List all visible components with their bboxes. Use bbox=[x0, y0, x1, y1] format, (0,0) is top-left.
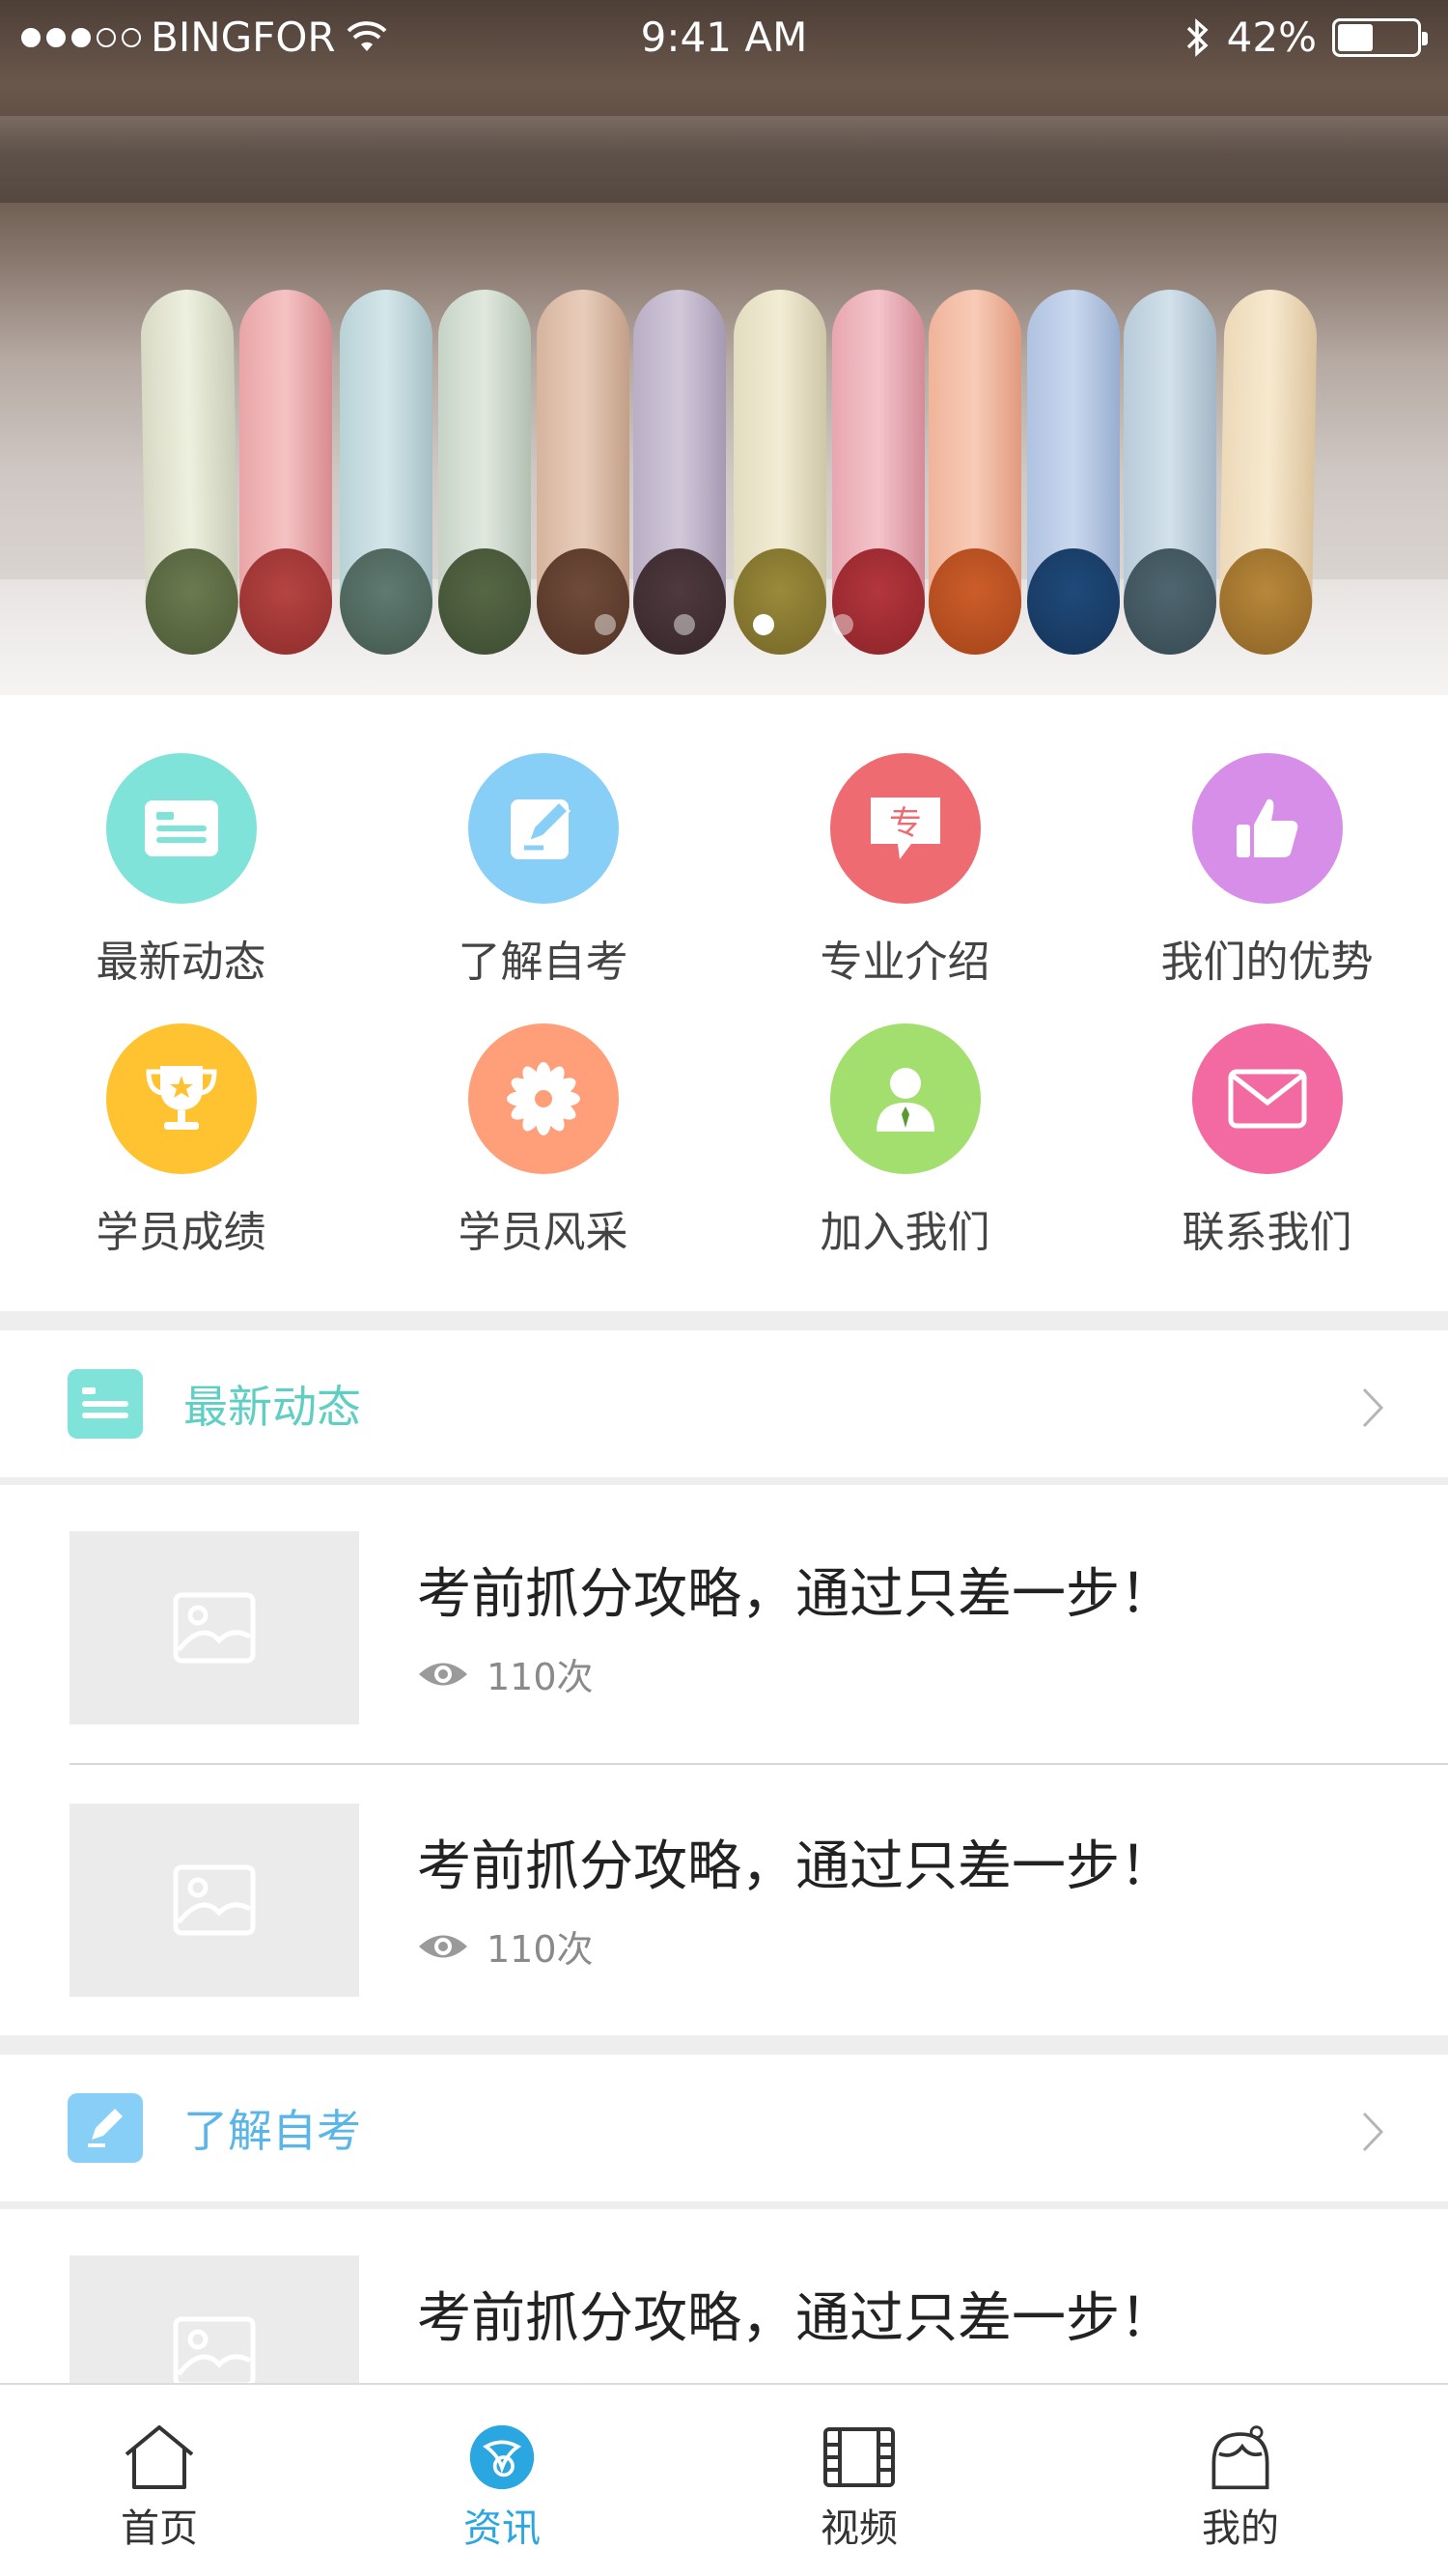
category-grid: 最新动态 了解自考 专 专业介绍 我们的优势 学员成绩 学员风采 加入我们 联系… bbox=[0, 734, 1448, 1294]
section-title: 了解自考 bbox=[183, 2105, 361, 2157]
section-divider bbox=[0, 2035, 1448, 2055]
status-right: 42% bbox=[1184, 14, 1428, 61]
banner-pager bbox=[0, 614, 1448, 635]
menu-label: 联系我们 bbox=[1182, 1208, 1352, 1257]
tab-label: 资讯 bbox=[463, 2506, 541, 2551]
section-header-latest-news[interactable]: 最新动态 bbox=[0, 1330, 1448, 1485]
menu-item-contact-us[interactable]: 联系我们 bbox=[1086, 1004, 1448, 1274]
menu-item-major-intro[interactable]: 专 专业介绍 bbox=[724, 734, 1086, 1004]
article-views: 110次 bbox=[417, 1919, 594, 1973]
banner-ledge bbox=[0, 116, 1448, 203]
pager-dot-active[interactable] bbox=[753, 614, 774, 635]
pager-dot[interactable] bbox=[832, 614, 853, 635]
person-icon bbox=[829, 1023, 981, 1174]
eye-icon bbox=[419, 1935, 467, 1957]
article-title: 考前抓分攻略，通过只差一步！ bbox=[417, 1563, 1174, 1626]
bottom-tab-bar: 首页 资讯 视频 我的 bbox=[0, 2383, 1448, 2576]
article-row[interactable]: 考前抓分攻略，通过只差一步！ 110次 bbox=[0, 1765, 1448, 2037]
image-placeholder-icon bbox=[173, 1864, 256, 1936]
bluetooth-icon bbox=[1186, 17, 1209, 57]
menu-item-student-scores[interactable]: 学员成绩 bbox=[0, 1004, 362, 1274]
battery-percent: 42% bbox=[1226, 14, 1317, 61]
app-screen: BINGFOR 9:41 AM 42% 最新动态 了解自考 专 专业介绍 我们的… bbox=[0, 0, 1448, 2576]
section-title: 最新动态 bbox=[183, 1381, 361, 1433]
menu-label: 专业介绍 bbox=[820, 938, 990, 987]
tab-label: 首页 bbox=[121, 2506, 198, 2551]
menu-label: 我们的优势 bbox=[1160, 938, 1374, 987]
menu-label: 了解自考 bbox=[458, 938, 628, 987]
section-divider bbox=[0, 1311, 1448, 1330]
eye-icon bbox=[419, 1663, 467, 1685]
menu-label: 加入我们 bbox=[820, 1208, 990, 1257]
tab-home[interactable]: 首页 bbox=[0, 2385, 319, 2576]
major-icon: 专 bbox=[829, 753, 981, 904]
chevron-right-icon[interactable] bbox=[1361, 1386, 1384, 1429]
home-icon bbox=[125, 2425, 194, 2489]
article-views: 110次 bbox=[417, 1647, 594, 1700]
view-count: 110次 bbox=[487, 1656, 594, 1698]
trophy-icon bbox=[105, 1023, 257, 1174]
film-icon bbox=[823, 2427, 895, 2487]
thumbs-up-icon bbox=[1191, 753, 1343, 904]
image-placeholder-icon bbox=[173, 1592, 256, 1664]
flower-icon bbox=[467, 1023, 619, 1174]
menu-item-join-us[interactable]: 加入我们 bbox=[724, 1004, 1086, 1274]
view-count: 110次 bbox=[487, 1928, 594, 1971]
tab-video[interactable]: 视频 bbox=[685, 2385, 1033, 2576]
menu-item-latest-news[interactable]: 最新动态 bbox=[0, 734, 362, 1004]
section-header-about-exam[interactable]: 了解自考 bbox=[0, 2055, 1448, 2209]
menu-label: 最新动态 bbox=[96, 938, 266, 987]
article-thumbnail bbox=[70, 1804, 359, 1997]
tab-news[interactable]: 资讯 bbox=[319, 2385, 685, 2576]
pager-dot[interactable] bbox=[674, 614, 695, 635]
article-row[interactable]: 考前抓分攻略，通过只差一步！ 110次 bbox=[0, 1493, 1448, 1765]
menu-item-about-exam[interactable]: 了解自考 bbox=[362, 734, 724, 1004]
svg-text:专: 专 bbox=[889, 804, 922, 843]
mail-icon bbox=[1191, 1023, 1343, 1174]
article-title: 考前抓分攻略，通过只差一步！ bbox=[417, 1835, 1174, 1898]
menu-item-student-style[interactable]: 学员风采 bbox=[362, 1004, 724, 1274]
edit-icon bbox=[467, 753, 619, 904]
edit-icon bbox=[68, 2093, 143, 2163]
article-thumbnail bbox=[70, 1531, 359, 1724]
news-compass-icon bbox=[469, 2424, 535, 2490]
article-title: 考前抓分攻略，通过只差一步！ bbox=[417, 2287, 1174, 2350]
hero-banner[interactable]: BINGFOR 9:41 AM 42% bbox=[0, 0, 1448, 695]
menu-label: 学员风采 bbox=[458, 1208, 628, 1257]
chevron-right-icon[interactable] bbox=[1361, 2111, 1384, 2153]
tab-label: 视频 bbox=[821, 2506, 898, 2551]
menu-item-our-advantages[interactable]: 我们的优势 bbox=[1086, 734, 1448, 1004]
news-icon bbox=[105, 753, 257, 904]
tab-label: 我的 bbox=[1202, 2506, 1279, 2551]
news-icon bbox=[68, 1369, 143, 1439]
pager-dot[interactable] bbox=[595, 614, 616, 635]
profile-icon bbox=[1211, 2425, 1269, 2490]
status-bar: BINGFOR 9:41 AM 42% bbox=[0, 0, 1448, 77]
image-placeholder-icon bbox=[173, 2316, 256, 2388]
battery-icon bbox=[1332, 17, 1428, 57]
tab-profile[interactable]: 我的 bbox=[1033, 2385, 1448, 2576]
menu-label: 学员成绩 bbox=[96, 1208, 266, 1257]
